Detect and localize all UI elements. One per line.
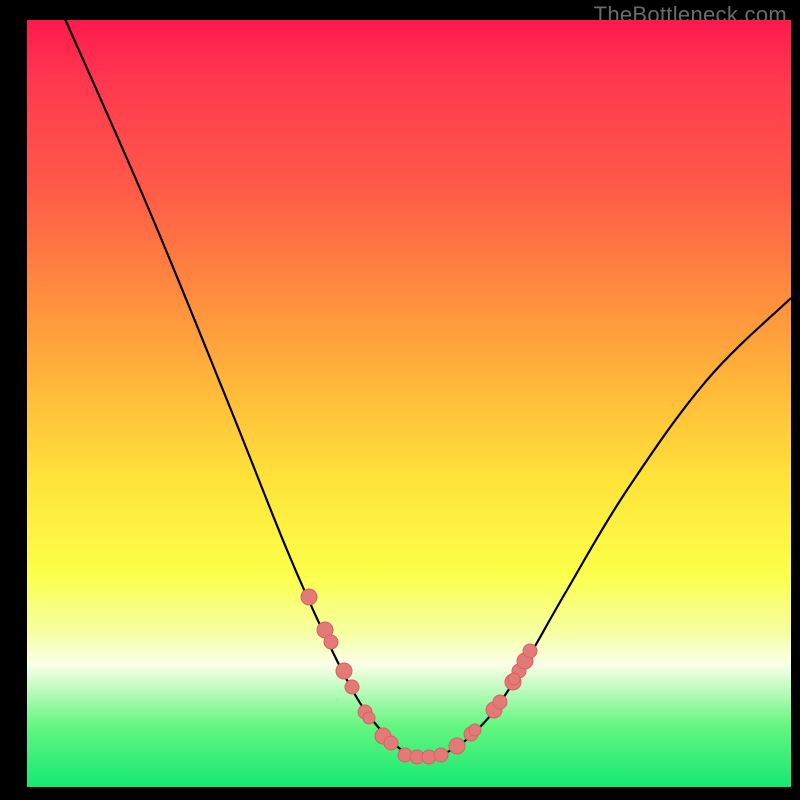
plot-area: [27, 20, 791, 787]
curve-layer: [27, 20, 791, 787]
bead-flat: [434, 748, 448, 762]
bead-left: [324, 635, 338, 649]
bead-left: [345, 680, 359, 694]
bead-left: [384, 736, 398, 750]
bottleneck-curve: [61, 10, 791, 757]
bead-right: [469, 724, 481, 736]
bead-right: [493, 695, 507, 709]
bead-left: [301, 589, 317, 605]
bead-right: [523, 644, 537, 658]
chart-frame: TheBottleneck.com: [27, 0, 791, 787]
bead-left: [363, 712, 375, 724]
bead-right: [449, 738, 465, 754]
bead-left: [336, 663, 352, 679]
bead-right: [508, 673, 520, 685]
bead-group: [301, 589, 537, 764]
